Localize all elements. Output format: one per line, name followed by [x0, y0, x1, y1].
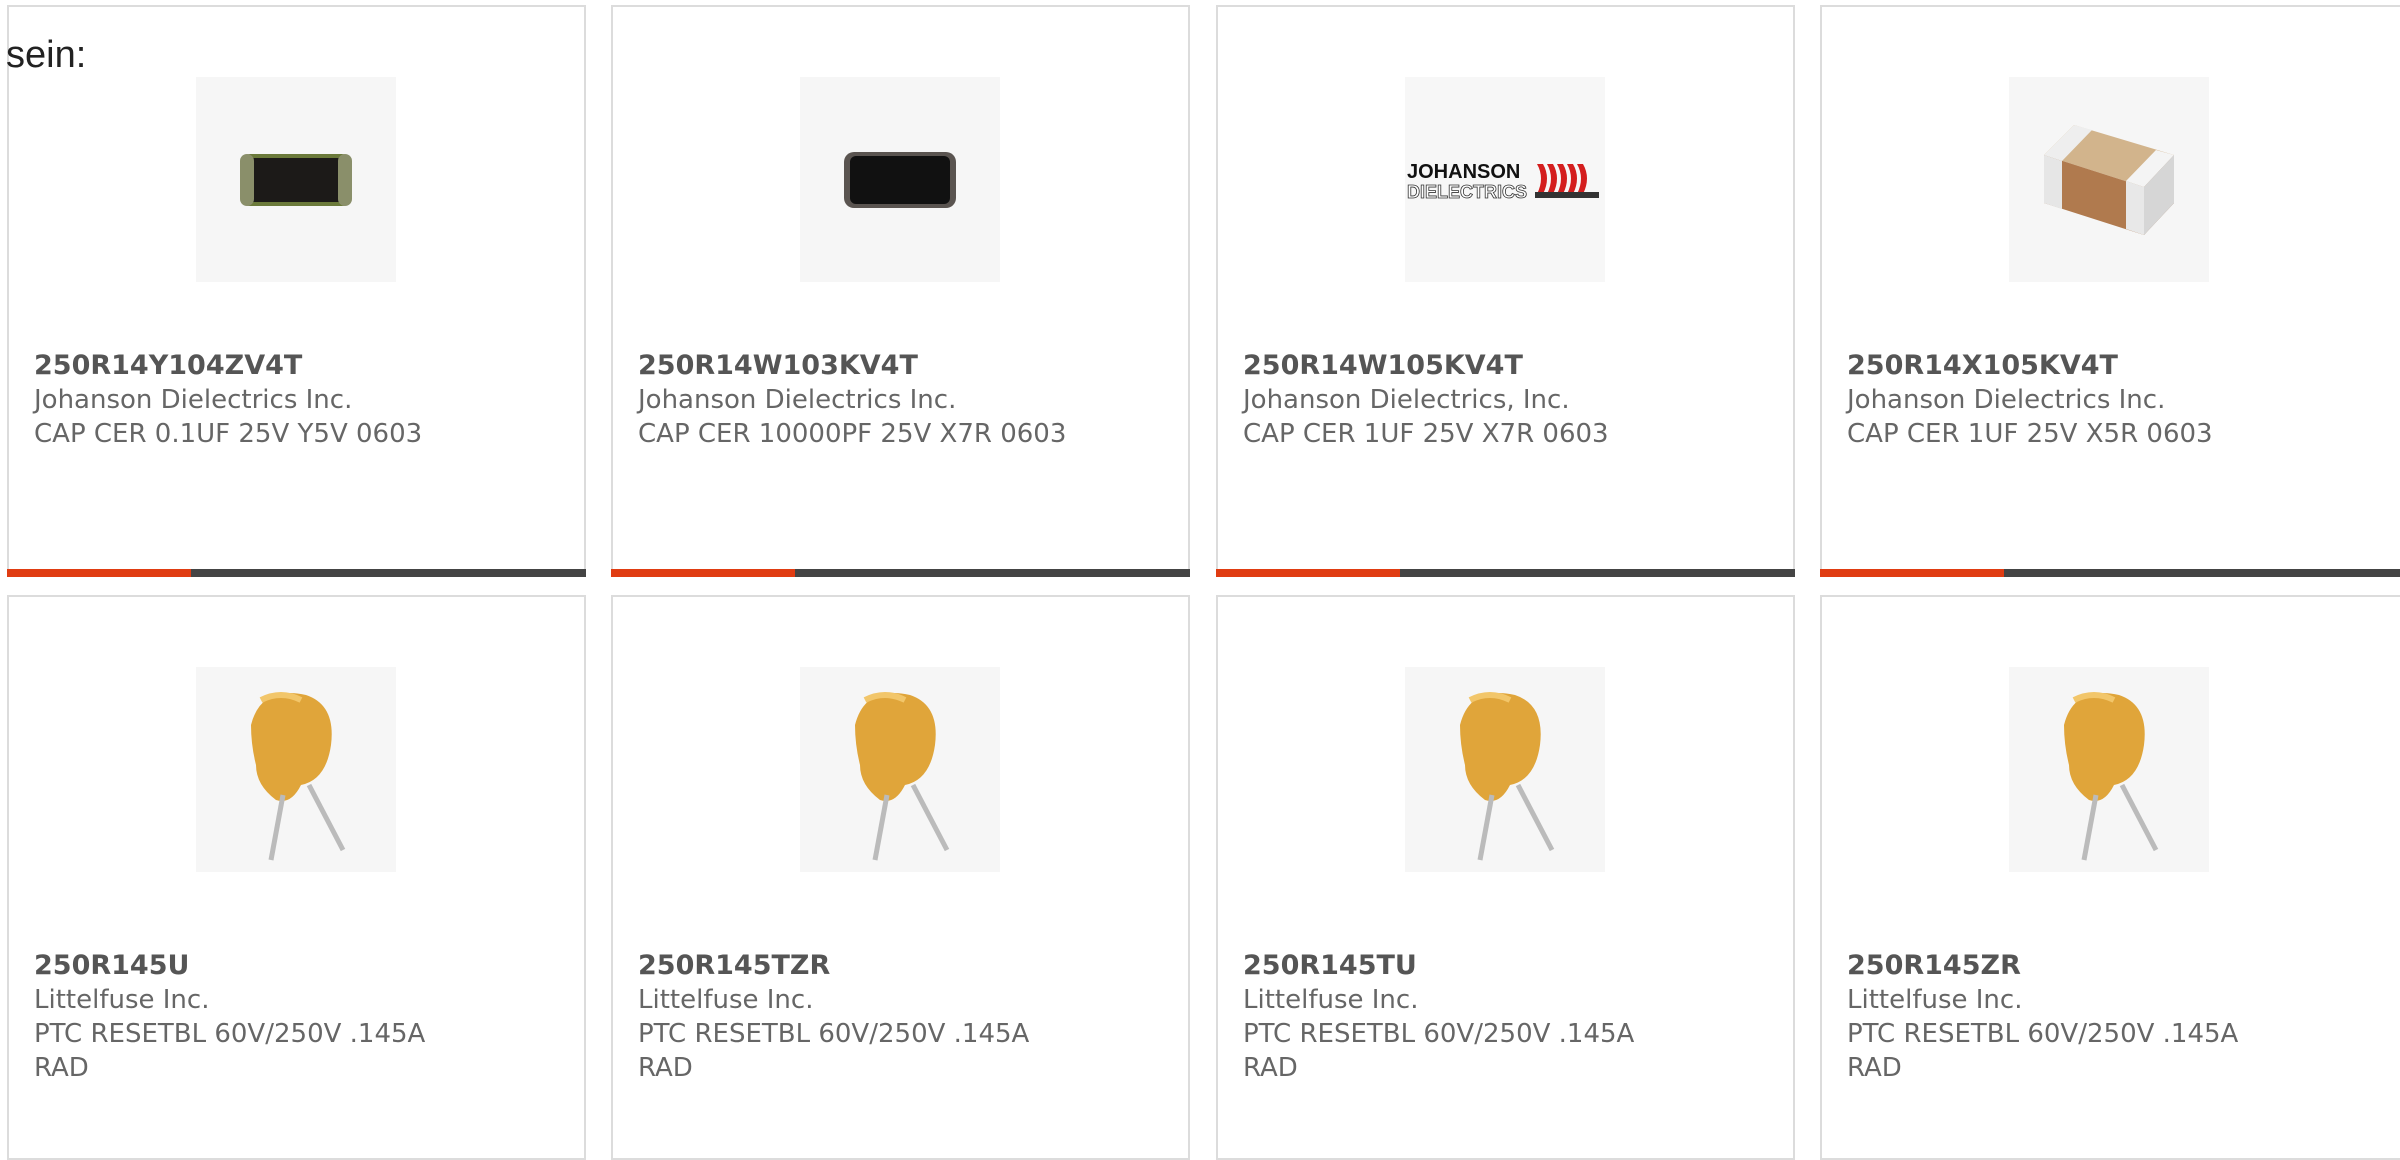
product-card[interactable]: 250R145U Littelfuse Inc. PTC RESETBL 60V…: [7, 595, 586, 1160]
product-card[interactable]: JOHANSON DIELECTRICS 250R14W105KV4T Joha…: [1216, 5, 1795, 577]
manufacturer: Johanson Dielectrics, Inc.: [1243, 385, 1570, 415]
radial-ptc-fuse-icon: [1405, 667, 1605, 872]
description: CAP CER 1UF 25V X7R 0603: [1243, 419, 1609, 449]
manufacturer: Johanson Dielectrics Inc.: [638, 385, 957, 415]
product-card[interactable]: 250R145TU Littelfuse Inc. PTC RESETBL 60…: [1216, 595, 1795, 1160]
johanson-dielectrics-logo: JOHANSON DIELECTRICS: [1405, 77, 1605, 282]
card-footer-bar: [1820, 569, 2400, 577]
card-footer-accent: [7, 569, 191, 577]
product-grid: 250R14Y104ZV4T Johanson Dielectrics Inc.…: [0, 0, 2400, 1160]
manufacturer: Littelfuse Inc.: [34, 985, 210, 1015]
description-line2: RAD: [638, 1053, 693, 1083]
product-card[interactable]: 250R14X105KV4T Johanson Dielectrics Inc.…: [1820, 5, 2400, 577]
manufacturer: Littelfuse Inc.: [638, 985, 814, 1015]
manufacturer: Johanson Dielectrics Inc.: [1847, 385, 2166, 415]
card-footer-bar: [1216, 569, 1795, 577]
part-number[interactable]: 250R14Y104ZV4T: [34, 349, 574, 383]
product-card[interactable]: 250R14W103KV4T Johanson Dielectrics Inc.…: [611, 5, 1190, 577]
logo-line1: JOHANSON: [1407, 161, 1520, 183]
description-line2: RAD: [34, 1053, 89, 1083]
product-card[interactable]: 250R145ZR Littelfuse Inc. PTC RESETBL 60…: [1820, 595, 2400, 1160]
description: PTC RESETBL 60V/250V .145A: [1243, 1019, 1635, 1049]
radial-ptc-fuse-icon: [2009, 667, 2209, 872]
part-number[interactable]: 250R14X105KV4T: [1847, 349, 2390, 383]
part-number[interactable]: 250R145TU: [1243, 949, 1783, 983]
logo-line2: DIELECTRICS: [1407, 182, 1527, 202]
card-footer-bar: [7, 569, 586, 577]
description: PTC RESETBL 60V/250V .145A: [34, 1019, 426, 1049]
radial-ptc-fuse-icon: [196, 667, 396, 872]
part-number[interactable]: 250R14W103KV4T: [638, 349, 1178, 383]
intro-text: sein:: [6, 34, 87, 76]
part-number[interactable]: 250R145TZR: [638, 949, 1178, 983]
part-number[interactable]: 250R145ZR: [1847, 949, 2390, 983]
manufacturer: Johanson Dielectrics Inc.: [34, 385, 353, 415]
card-footer-accent: [1820, 569, 2004, 577]
part-number[interactable]: 250R14W105KV4T: [1243, 349, 1783, 383]
part-number[interactable]: 250R145U: [34, 949, 574, 983]
smd-capacitor-dark-icon: [800, 77, 1000, 282]
smd-capacitor-tan-icon: [2009, 77, 2209, 282]
card-footer-accent: [611, 569, 795, 577]
smd-capacitor-dark-icon: [196, 77, 396, 282]
description: CAP CER 0.1UF 25V Y5V 0603: [34, 419, 423, 449]
description: PTC RESETBL 60V/250V .145A: [1847, 1019, 2239, 1049]
radial-ptc-fuse-icon: [800, 667, 1000, 872]
card-footer-accent: [1216, 569, 1400, 577]
description-line2: RAD: [1243, 1053, 1298, 1083]
manufacturer: Littelfuse Inc.: [1847, 985, 2023, 1015]
product-card[interactable]: 250R145TZR Littelfuse Inc. PTC RESETBL 6…: [611, 595, 1190, 1160]
description: CAP CER 1UF 25V X5R 0603: [1847, 419, 2213, 449]
description: CAP CER 10000PF 25V X7R 0603: [638, 419, 1067, 449]
manufacturer: Littelfuse Inc.: [1243, 985, 1419, 1015]
card-footer-bar: [611, 569, 1190, 577]
product-card[interactable]: 250R14Y104ZV4T Johanson Dielectrics Inc.…: [7, 5, 586, 577]
description: PTC RESETBL 60V/250V .145A: [638, 1019, 1030, 1049]
description-line2: RAD: [1847, 1053, 1902, 1083]
